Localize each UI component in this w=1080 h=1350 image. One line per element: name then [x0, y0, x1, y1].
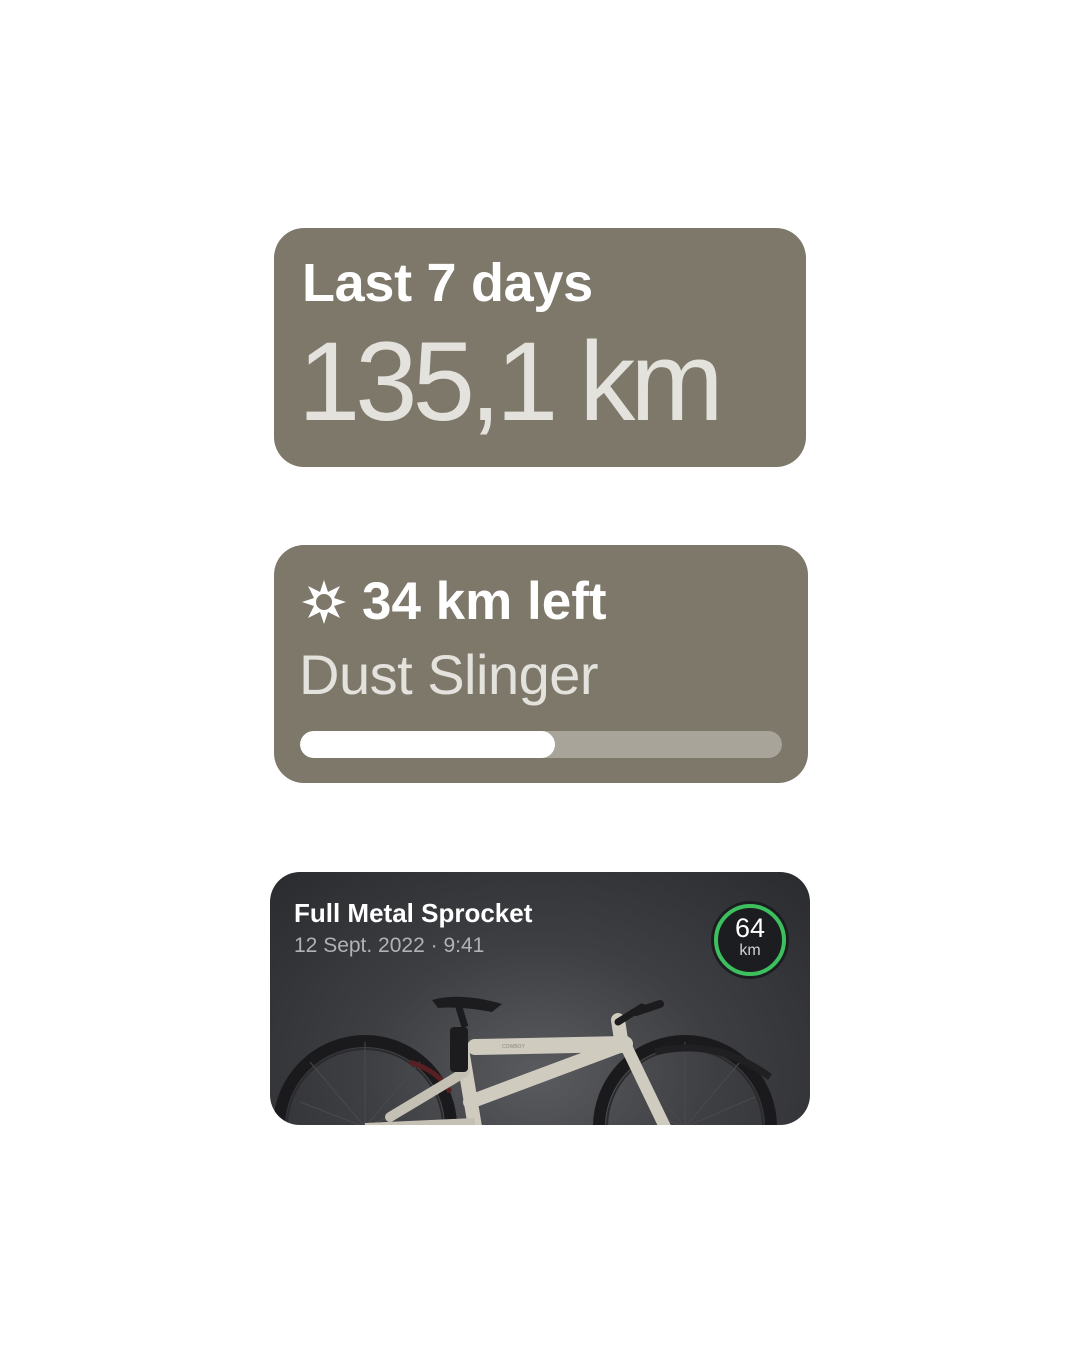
bike-image: COWBOY	[273, 996, 777, 1125]
badge-progress-widget[interactable]: 34 km left Dust Slinger	[274, 545, 808, 783]
latest-ride-widget[interactable]: Full Metal Sprocket 12 Sept. 2022 · 9:41…	[270, 872, 810, 1125]
bike-frame-brand: COWBOY	[502, 1044, 525, 1050]
ride-datetime: 12 Sept. 2022 · 9:41	[294, 934, 485, 957]
weekly-distance-value: 135,1 km	[298, 319, 724, 444]
badge-progress-fill	[300, 731, 556, 758]
badge-star-icon	[302, 579, 346, 624]
ride-distance-unit: km	[739, 942, 761, 959]
ride-distance-value: 64	[734, 913, 766, 943]
weekly-distance-label: Last 7 days	[302, 253, 593, 313]
badge-header: 34 km left	[300, 575, 607, 628]
weekly-distance-widget[interactable]: Last 7 days 135,1 km	[274, 228, 806, 467]
ride-distance-ring: 64 km	[710, 900, 790, 980]
badge-remaining-distance: 34 km left	[362, 572, 607, 631]
badge-name: Dust Slinger	[299, 643, 599, 706]
bike-name: Full Metal Sprocket	[294, 898, 533, 928]
badge-progress-bar	[300, 731, 782, 758]
